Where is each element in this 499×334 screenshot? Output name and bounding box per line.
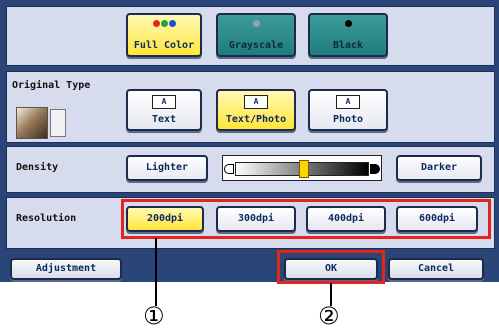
text-photo-original-icon: A xyxy=(244,95,268,109)
darker-label: Darker xyxy=(420,162,458,173)
sample-photo-thumbnail xyxy=(16,107,48,139)
scan-settings-panel: Full Color Grayscale Black Original Type… xyxy=(0,0,499,282)
density-level-indicator[interactable] xyxy=(299,160,309,178)
text-label: Text xyxy=(151,114,177,125)
sample-document-thumbnail xyxy=(50,109,66,137)
text-photo-button[interactable]: A Text/Photo xyxy=(216,89,296,131)
black-button[interactable]: Black xyxy=(308,13,388,57)
density-slider[interactable] xyxy=(222,155,382,181)
grayscale-button[interactable]: Grayscale xyxy=(216,13,296,57)
text-photo-label: Text/Photo xyxy=(225,114,287,125)
gray-dot-icon xyxy=(252,19,260,30)
original-type-title: Original Type xyxy=(12,80,91,91)
density-title: Density xyxy=(16,162,59,173)
grayscale-label: Grayscale xyxy=(228,40,284,51)
black-label: Black xyxy=(332,40,364,51)
ok-highlight-box xyxy=(277,250,385,284)
light-half-circle-icon xyxy=(224,164,234,174)
full-color-button[interactable]: Full Color xyxy=(126,13,202,57)
resolution-title: Resolution xyxy=(16,213,77,224)
photo-label: Photo xyxy=(332,114,364,125)
text-original-icon: A xyxy=(152,95,176,109)
adjustment-button[interactable]: Adjustment xyxy=(10,258,122,280)
cancel-button[interactable]: Cancel xyxy=(388,258,484,280)
dark-half-circle-icon xyxy=(370,164,380,174)
cancel-label: Cancel xyxy=(417,263,455,274)
callout-marker-2: ② xyxy=(318,302,340,330)
color-dots-icon xyxy=(152,19,176,30)
resolution-highlight-box xyxy=(121,199,491,239)
lighter-button[interactable]: Lighter xyxy=(126,155,208,181)
darker-button[interactable]: Darker xyxy=(396,155,482,181)
lighter-label: Lighter xyxy=(145,162,189,173)
callout-marker-1: ① xyxy=(143,302,165,330)
text-button[interactable]: A Text xyxy=(126,89,202,131)
black-dot-icon xyxy=(344,19,352,30)
marker-1-pointer xyxy=(155,238,157,306)
photo-button[interactable]: A Photo xyxy=(308,89,388,131)
adjustment-label: Adjustment xyxy=(35,263,97,274)
full-color-label: Full Color xyxy=(133,40,195,51)
photo-original-icon: A xyxy=(336,95,360,109)
